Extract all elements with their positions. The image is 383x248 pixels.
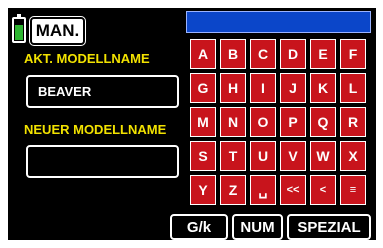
key-t[interactable]: T <box>220 141 246 171</box>
key-g[interactable]: G <box>190 73 216 103</box>
key-e[interactable]: E <box>310 39 336 69</box>
new-model-name-input[interactable] <box>26 145 179 178</box>
word-backspace-key[interactable]: << <box>280 175 306 205</box>
key-s[interactable]: S <box>190 141 216 171</box>
battery-level-fill <box>15 25 23 40</box>
current-model-field: BEAVER <box>26 75 179 108</box>
num-button[interactable]: NUM <box>232 214 283 240</box>
key-m[interactable]: M <box>190 107 216 137</box>
key-b[interactable]: B <box>220 39 246 69</box>
key-z[interactable]: Z <box>220 175 246 205</box>
key-f[interactable]: F <box>340 39 366 69</box>
current-model-label: AKT. MODELLNAME <box>24 51 150 66</box>
key-c[interactable]: C <box>250 39 276 69</box>
key-l[interactable]: L <box>340 73 366 103</box>
text-entry-bar <box>186 11 371 33</box>
key-k[interactable]: K <box>310 73 336 103</box>
key-y[interactable]: Y <box>190 175 216 205</box>
backspace-key[interactable]: < <box>310 175 336 205</box>
key-j[interactable]: J <box>280 73 306 103</box>
key-p[interactable]: P <box>280 107 306 137</box>
key-u[interactable]: U <box>250 141 276 171</box>
key-v[interactable]: V <box>280 141 306 171</box>
current-model-value: BEAVER <box>38 84 92 99</box>
key-w[interactable]: W <box>310 141 336 171</box>
space-key[interactable]: ␣ <box>250 175 276 205</box>
key-a[interactable]: A <box>190 39 216 69</box>
battery-icon <box>12 14 26 43</box>
key-x[interactable]: X <box>340 141 366 171</box>
key-o[interactable]: O <box>250 107 276 137</box>
menu-key[interactable]: ≡ <box>340 175 366 205</box>
mode-button[interactable]: MAN. <box>29 16 86 46</box>
new-model-label: NEUER MODELLNAME <box>24 122 167 137</box>
key-i[interactable]: I <box>250 73 276 103</box>
case-toggle-button[interactable]: G/k <box>170 214 228 240</box>
key-n[interactable]: N <box>220 107 246 137</box>
key-q[interactable]: Q <box>310 107 336 137</box>
key-d[interactable]: D <box>280 39 306 69</box>
key-r[interactable]: R <box>340 107 366 137</box>
key-h[interactable]: H <box>220 73 246 103</box>
special-button[interactable]: SPEZIAL <box>287 214 371 240</box>
